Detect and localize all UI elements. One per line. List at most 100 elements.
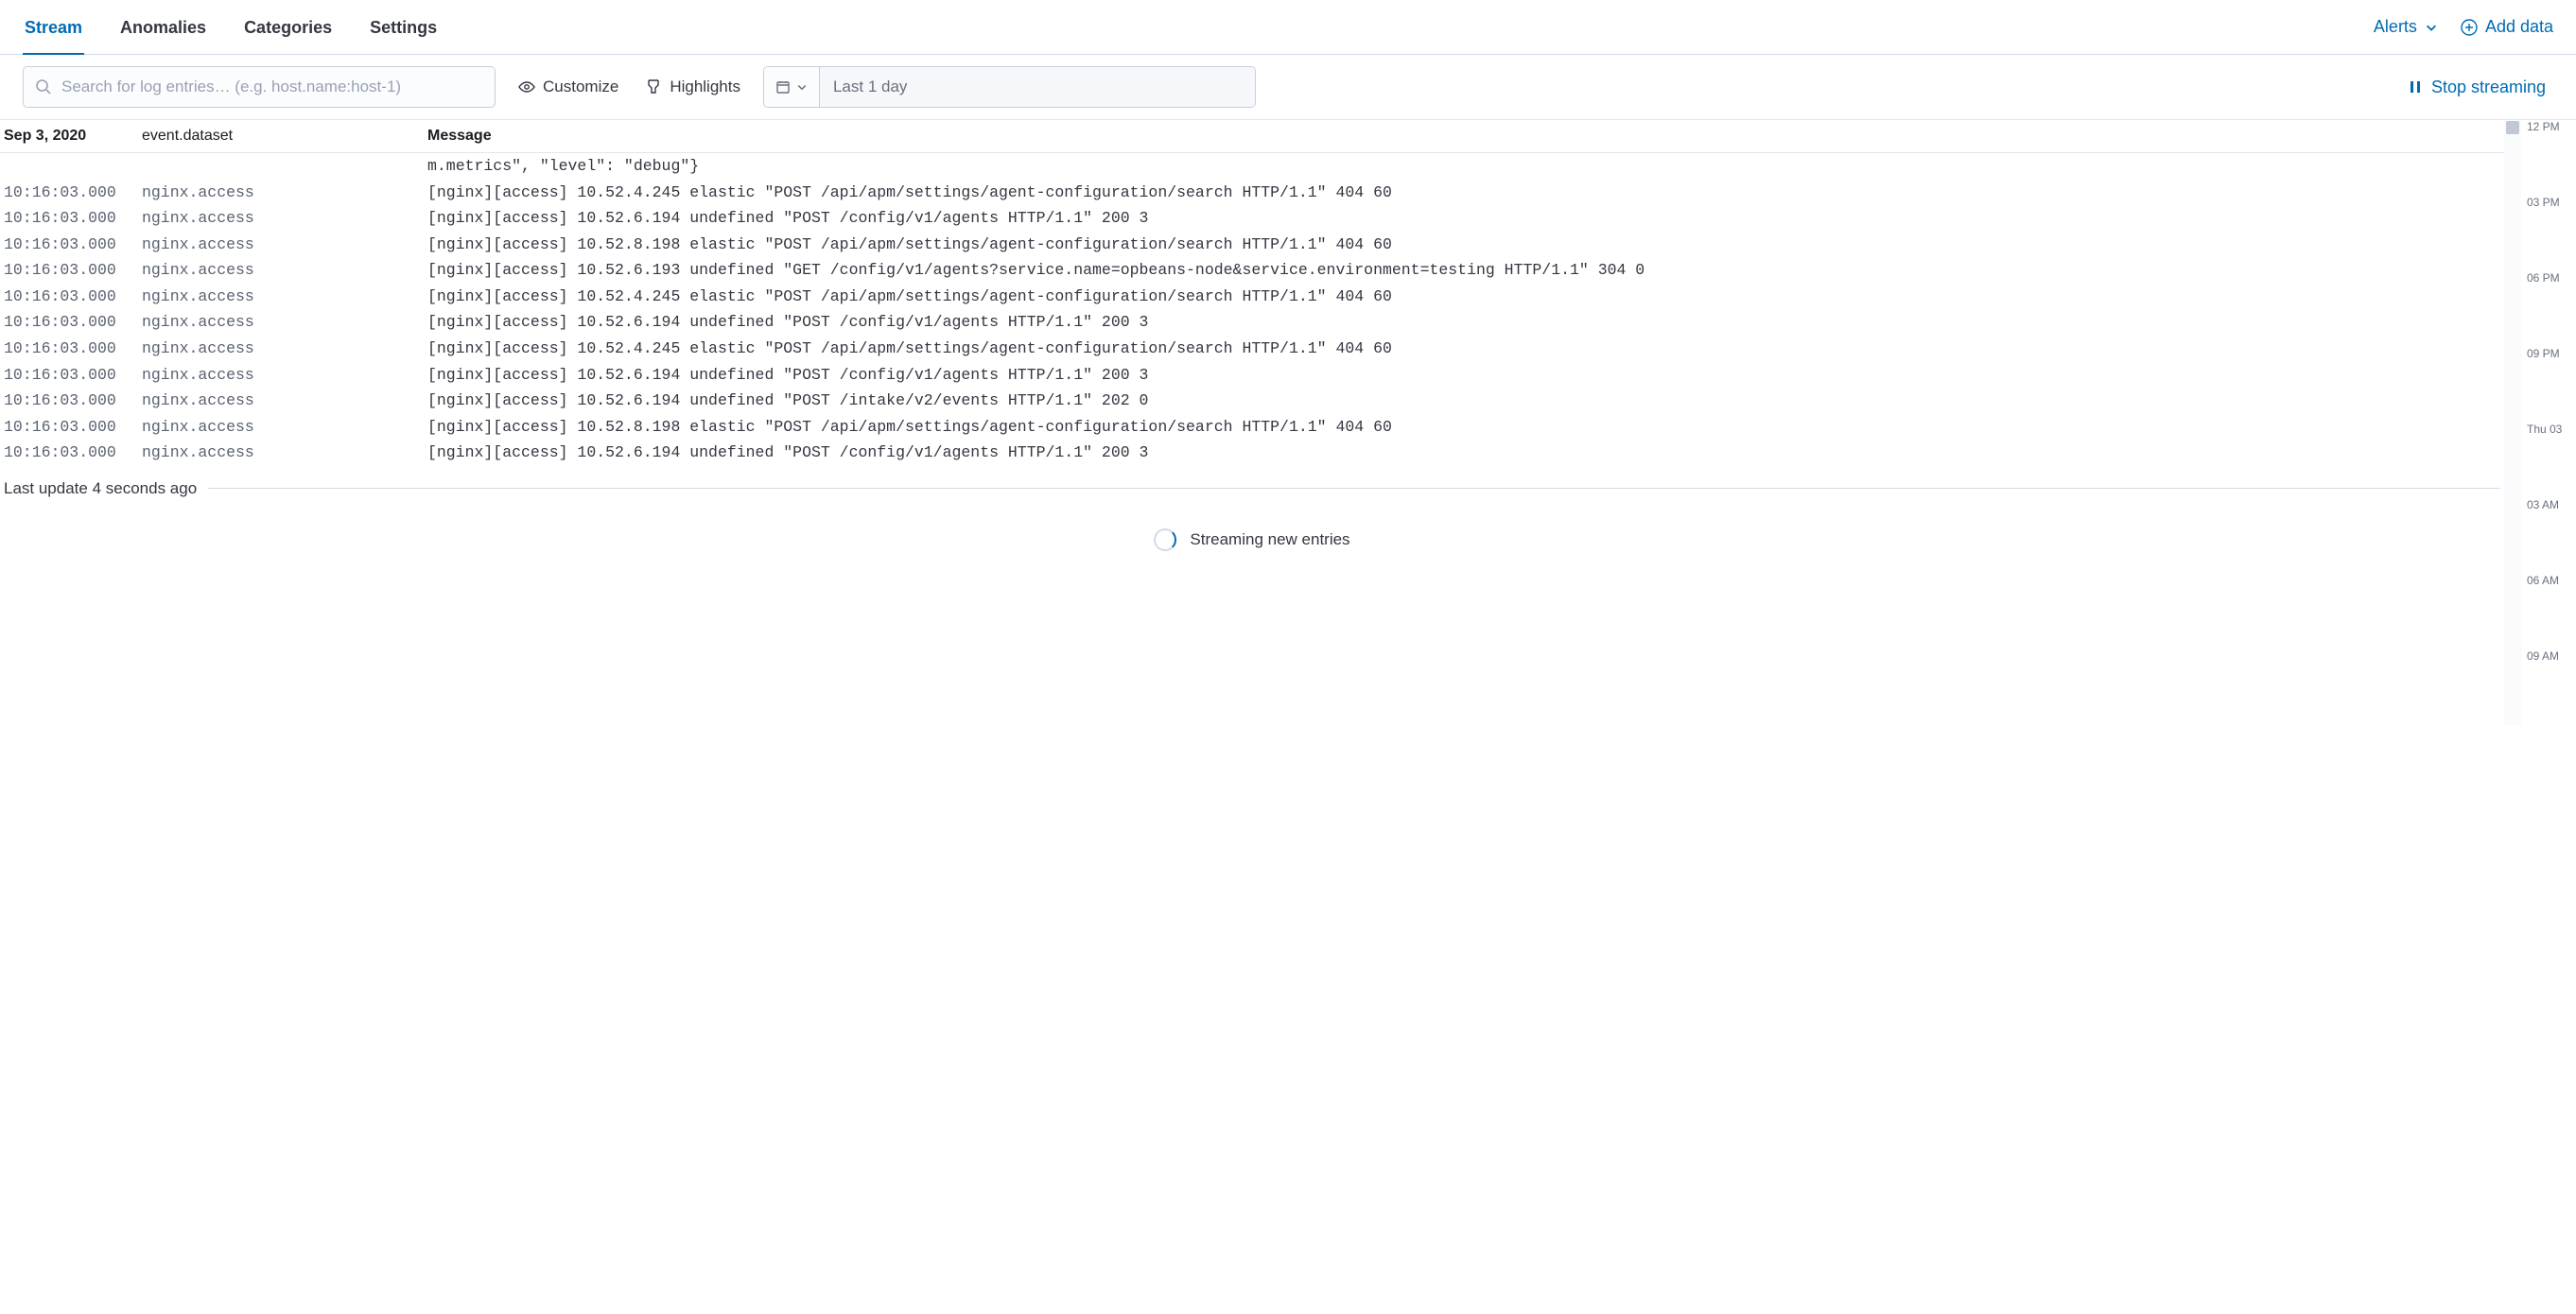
log-message: [nginx][access] 10.52.4.245 elastic "POS…	[427, 337, 2500, 361]
main-area: Sep 3, 2020 event.dataset Message m.metr…	[0, 120, 2576, 725]
log-message: [nginx][access] 10.52.6.194 undefined "P…	[427, 363, 2500, 388]
log-dataset: nginx.access	[142, 363, 427, 388]
log-row[interactable]: 10:16:03.000 nginx.access [nginx][access…	[0, 284, 2504, 310]
log-timestamp: 10:16:03.000	[4, 415, 142, 440]
tab-anomalies[interactable]: Anomalies	[118, 3, 208, 55]
streaming-status: Streaming new entries	[0, 506, 2504, 574]
chevron-down-icon	[2425, 21, 2438, 34]
minimap-tick: 06 AM	[2527, 574, 2576, 649]
log-message: [nginx][access] 10.52.8.198 elastic "POS…	[427, 233, 2500, 257]
log-message: [nginx][access] 10.52.6.194 undefined "P…	[427, 206, 2500, 231]
highlights-button[interactable]: Highlights	[641, 78, 744, 96]
calendar-icon	[775, 79, 791, 95]
search-input[interactable]	[61, 78, 483, 96]
tabs-right: Alerts Add data	[2374, 17, 2553, 37]
date-icon-button[interactable]	[764, 67, 820, 107]
log-dataset: nginx.access	[142, 181, 427, 205]
tab-categories[interactable]: Categories	[242, 3, 334, 55]
minimap-tick: Thu 03	[2527, 423, 2576, 498]
log-message: [nginx][access] 10.52.4.245 elastic "POS…	[427, 181, 2500, 205]
log-message: [nginx][access] 10.52.6.194 undefined "P…	[427, 441, 2500, 465]
log-timestamp: 10:16:03.000	[4, 310, 142, 335]
tab-stream[interactable]: Stream	[23, 3, 84, 55]
toolbar: Customize Highlights Last 1 day Stop str…	[0, 55, 2576, 120]
log-message: [nginx][access] 10.52.8.198 elastic "POS…	[427, 415, 2500, 440]
add-data-label: Add data	[2485, 17, 2553, 37]
log-row[interactable]: 10:16:03.000 nginx.access [nginx][access…	[0, 205, 2504, 232]
alerts-dropdown[interactable]: Alerts	[2374, 17, 2438, 37]
log-dataset: nginx.access	[142, 337, 427, 361]
log-dataset: nginx.access	[142, 285, 427, 309]
minimap-scrollbar[interactable]	[2504, 120, 2521, 725]
log-row-partial[interactable]: m.metrics", "level": "debug"}	[0, 153, 2504, 180]
log-panel: Sep 3, 2020 event.dataset Message m.metr…	[0, 120, 2504, 725]
tabs-bar: Stream Anomalies Categories Settings Ale…	[0, 0, 2576, 55]
log-rows: m.metrics", "level": "debug"} 10:16:03.0…	[0, 153, 2504, 466]
log-row[interactable]: 10:16:03.000 nginx.access [nginx][access…	[0, 309, 2504, 336]
minimap-thumb[interactable]	[2506, 121, 2519, 134]
log-timestamp: 10:16:03.000	[4, 337, 142, 361]
streaming-label: Streaming new entries	[1190, 530, 1349, 549]
stop-streaming-label: Stop streaming	[2431, 78, 2546, 97]
minimap-tick: 03 AM	[2527, 498, 2576, 574]
log-message: [nginx][access] 10.52.4.245 elastic "POS…	[427, 285, 2500, 309]
log-timestamp: 10:16:03.000	[4, 233, 142, 257]
column-header-message: Message	[427, 128, 2500, 145]
stop-streaming-button[interactable]: Stop streaming	[2409, 78, 2553, 97]
date-picker[interactable]: Last 1 day	[763, 66, 1256, 108]
log-message: [nginx][access] 10.52.6.193 undefined "G…	[427, 258, 2500, 283]
log-timestamp: 10:16:03.000	[4, 285, 142, 309]
log-dataset: nginx.access	[142, 206, 427, 231]
log-dataset: nginx.access	[142, 441, 427, 465]
log-message: [nginx][access] 10.52.6.194 undefined "P…	[427, 389, 2500, 413]
log-row[interactable]: 10:16:03.000 nginx.access [nginx][access…	[0, 257, 2504, 284]
chevron-down-icon	[796, 81, 808, 93]
pause-icon	[2409, 80, 2422, 94]
log-row[interactable]: 10:16:03.000 nginx.access [nginx][access…	[0, 180, 2504, 206]
last-update-text: Last update 4 seconds ago	[4, 479, 197, 498]
minimap-labels: 12 PM 03 PM 06 PM 09 PM Thu 03 03 AM 06 …	[2521, 120, 2576, 725]
date-range-text[interactable]: Last 1 day	[820, 67, 1255, 107]
log-row[interactable]: 10:16:03.000 nginx.access [nginx][access…	[0, 388, 2504, 414]
search-icon	[35, 78, 52, 95]
log-timestamp: 10:16:03.000	[4, 181, 142, 205]
log-row[interactable]: 10:16:03.000 nginx.access [nginx][access…	[0, 362, 2504, 389]
column-header-dataset: event.dataset	[142, 128, 427, 145]
log-dataset: nginx.access	[142, 258, 427, 283]
minimap-tick: 09 PM	[2527, 347, 2576, 423]
eye-icon	[518, 78, 535, 95]
tab-settings[interactable]: Settings	[368, 3, 439, 55]
divider-line	[208, 488, 2500, 489]
log-row[interactable]: 10:16:03.000 nginx.access [nginx][access…	[0, 440, 2504, 466]
minimap-tick: 03 PM	[2527, 196, 2576, 271]
alerts-label: Alerts	[2374, 17, 2417, 37]
log-message: m.metrics", "level": "debug"}	[427, 154, 2500, 179]
minimap-tick: 06 PM	[2527, 271, 2576, 347]
log-dataset: nginx.access	[142, 415, 427, 440]
minimap[interactable]: 12 PM 03 PM 06 PM 09 PM Thu 03 03 AM 06 …	[2504, 120, 2576, 725]
log-timestamp: 10:16:03.000	[4, 363, 142, 388]
log-timestamp: 10:16:03.000	[4, 389, 142, 413]
log-row[interactable]: 10:16:03.000 nginx.access [nginx][access…	[0, 414, 2504, 441]
last-update-divider: Last update 4 seconds ago	[0, 472, 2504, 506]
spinner-icon	[1154, 528, 1176, 551]
search-box[interactable]	[23, 66, 496, 108]
minimap-tick: 12 PM	[2527, 120, 2576, 196]
log-dataset: nginx.access	[142, 389, 427, 413]
highlights-label: Highlights	[670, 78, 740, 96]
log-timestamp: 10:16:03.000	[4, 258, 142, 283]
add-data-button[interactable]: Add data	[2461, 17, 2553, 37]
log-dataset: nginx.access	[142, 310, 427, 335]
log-timestamp: 10:16:03.000	[4, 441, 142, 465]
column-headers: Sep 3, 2020 event.dataset Message	[0, 120, 2504, 153]
customize-button[interactable]: Customize	[514, 78, 622, 96]
log-row[interactable]: 10:16:03.000 nginx.access [nginx][access…	[0, 336, 2504, 362]
customize-label: Customize	[543, 78, 618, 96]
log-row[interactable]: 10:16:03.000 nginx.access [nginx][access…	[0, 232, 2504, 258]
minimap-tick: 09 AM	[2527, 649, 2576, 725]
column-header-timestamp: Sep 3, 2020	[4, 128, 142, 145]
tabs-left: Stream Anomalies Categories Settings	[23, 0, 439, 54]
log-dataset: nginx.access	[142, 233, 427, 257]
log-message: [nginx][access] 10.52.6.194 undefined "P…	[427, 310, 2500, 335]
highlighter-icon	[645, 78, 662, 95]
